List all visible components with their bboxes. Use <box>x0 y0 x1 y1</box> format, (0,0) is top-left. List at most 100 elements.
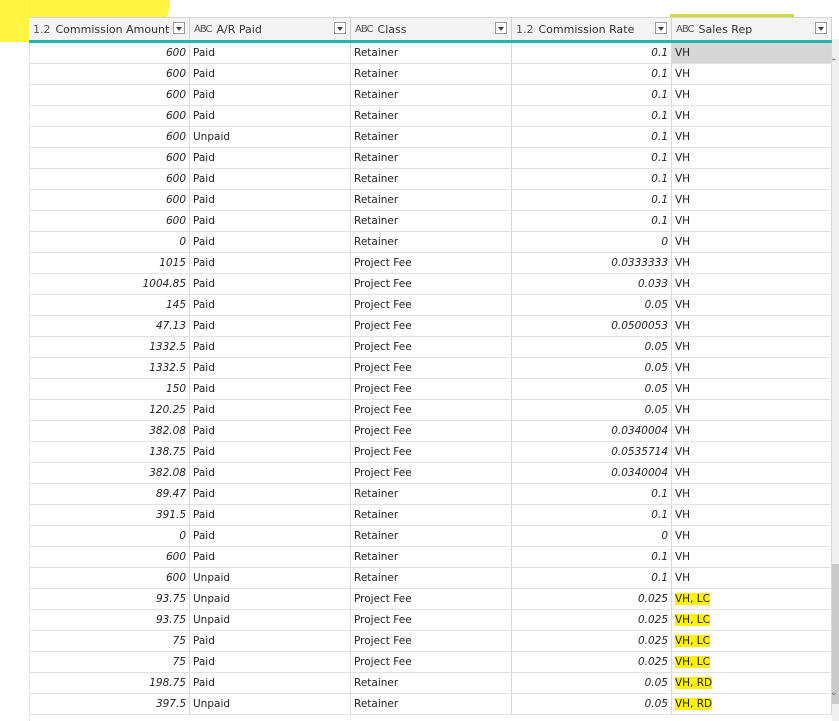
table-cell[interactable]: 138.75 <box>29 442 190 462</box>
table-cell[interactable]: 150 <box>29 379 190 399</box>
table-row[interactable]: 1332.5 Paid Project Fee 0.05 VH <box>29 358 832 379</box>
table-cell[interactable]: Retainer <box>351 505 512 525</box>
table-cell[interactable]: VH <box>672 43 832 63</box>
table-cell[interactable]: Unpaid <box>190 694 351 714</box>
table-cell[interactable]: Paid <box>190 316 351 336</box>
filter-dropdown-icon[interactable] <box>815 22 827 34</box>
table-cell[interactable]: VH <box>672 400 832 420</box>
table-cell[interactable]: Project Fee <box>351 379 512 399</box>
table-cell[interactable]: 1015 <box>29 253 190 273</box>
table-cell[interactable]: 0.05 <box>512 694 672 714</box>
table-cell[interactable]: 89.47 <box>29 484 190 504</box>
table-cell[interactable]: Paid <box>190 337 351 357</box>
table-cell[interactable]: Retainer <box>351 484 512 504</box>
table-cell[interactable]: VH, RD <box>672 694 832 714</box>
table-cell[interactable]: Paid <box>190 232 351 252</box>
table-cell[interactable]: 0.1 <box>512 64 672 84</box>
table-cell[interactable]: Retainer <box>351 673 512 693</box>
table-row[interactable]: 198.75 Paid Retainer 0.05 VH, RD <box>29 673 832 694</box>
table-cell[interactable]: VH <box>672 232 832 252</box>
table-cell[interactable]: 600 <box>29 169 190 189</box>
table-row[interactable]: 600 Paid Retainer 0.1 VH <box>29 169 832 190</box>
table-cell[interactable]: 0.05 <box>512 379 672 399</box>
table-cell[interactable]: 0.025 <box>512 610 672 630</box>
table-cell[interactable]: Retainer <box>351 106 512 126</box>
table-cell[interactable]: 47.13 <box>29 316 190 336</box>
table-row[interactable]: 1015 Paid Project Fee 0.0333333 VH <box>29 253 832 274</box>
table-row[interactable]: 145 Paid Project Fee 0.05 VH <box>29 295 832 316</box>
table-cell[interactable]: 600 <box>29 568 190 588</box>
table-cell[interactable]: Paid <box>190 85 351 105</box>
table-cell[interactable]: VH <box>672 106 832 126</box>
table-cell[interactable]: Paid <box>190 358 351 378</box>
table-cell[interactable]: VH <box>672 316 832 336</box>
table-cell[interactable]: Paid <box>190 148 351 168</box>
table-cell[interactable]: VH <box>672 547 832 567</box>
table-cell[interactable]: 0 <box>29 232 190 252</box>
filter-dropdown-icon[interactable] <box>495 22 507 34</box>
table-cell[interactable]: 0.05 <box>512 295 672 315</box>
table-cell[interactable]: 600 <box>29 43 190 63</box>
table-cell[interactable]: Project Fee <box>351 652 512 672</box>
table-row[interactable]: 75 Paid Project Fee 0.025 VH, LC <box>29 631 832 652</box>
table-row[interactable]: 0 Paid Retainer 0 VH <box>29 232 832 253</box>
table-cell[interactable]: VH <box>672 253 832 273</box>
table-cell[interactable]: 0.033 <box>512 274 672 294</box>
table-cell[interactable]: Paid <box>190 43 351 63</box>
table-row[interactable]: 397.5 Unpaid Retainer 0.05 VH, RD <box>29 694 832 715</box>
table-cell[interactable]: VH <box>672 463 832 483</box>
table-row[interactable]: 120.25 Paid Project Fee 0.05 VH <box>29 400 832 421</box>
table-row[interactable]: 391.5 Paid Retainer 0.1 VH <box>29 505 832 526</box>
table-cell[interactable]: Retainer <box>351 43 512 63</box>
table-cell[interactable]: Paid <box>190 526 351 546</box>
table-row[interactable]: 75 Paid Project Fee 0.025 VH, LC <box>29 652 832 673</box>
table-cell[interactable]: Retainer <box>351 232 512 252</box>
table-cell[interactable]: 1332.5 <box>29 358 190 378</box>
table-cell[interactable]: VH <box>672 421 832 441</box>
table-cell[interactable]: 198.75 <box>29 673 190 693</box>
table-cell[interactable]: 0.0333333 <box>512 253 672 273</box>
table-cell[interactable]: 1332.5 <box>29 337 190 357</box>
table-cell[interactable]: Paid <box>190 169 351 189</box>
table-cell[interactable]: VH <box>672 85 832 105</box>
table-cell[interactable]: 120.25 <box>29 400 190 420</box>
table-cell[interactable]: Retainer <box>351 64 512 84</box>
table-cell[interactable]: 0.025 <box>512 589 672 609</box>
column-header-commission-rate[interactable]: 1.2 Commission Rate <box>512 18 672 40</box>
table-cell[interactable]: Paid <box>190 106 351 126</box>
table-cell[interactable]: Project Fee <box>351 442 512 462</box>
table-cell[interactable]: Retainer <box>351 526 512 546</box>
table-cell[interactable]: VH <box>672 568 832 588</box>
table-cell[interactable]: 0.05 <box>512 358 672 378</box>
table-cell[interactable]: 0.1 <box>512 148 672 168</box>
table-row[interactable]: 1004.85 Paid Project Fee 0.033 VH <box>29 274 832 295</box>
table-row[interactable]: 600 Paid Retainer 0.1 VH <box>29 190 832 211</box>
table-cell[interactable]: Project Fee <box>351 400 512 420</box>
table-cell[interactable]: 600 <box>29 148 190 168</box>
table-cell[interactable]: Paid <box>190 295 351 315</box>
table-cell[interactable]: Paid <box>190 631 351 651</box>
table-cell[interactable]: 0.1 <box>512 547 672 567</box>
table-cell[interactable]: Retainer <box>351 127 512 147</box>
table-row[interactable]: 93.75 Unpaid Project Fee 0.025 VH, LC <box>29 589 832 610</box>
table-cell[interactable]: 600 <box>29 106 190 126</box>
table-cell[interactable]: Project Fee <box>351 253 512 273</box>
table-cell[interactable]: 0.0340004 <box>512 463 672 483</box>
table-cell[interactable]: VH <box>672 127 832 147</box>
table-cell[interactable]: 0 <box>512 526 672 546</box>
table-cell[interactable]: VH, LC <box>672 610 832 630</box>
table-cell[interactable]: VH, RD <box>672 673 832 693</box>
table-cell[interactable]: 0.025 <box>512 631 672 651</box>
table-cell[interactable]: Project Fee <box>351 274 512 294</box>
table-row[interactable]: 600 Paid Retainer 0.1 VH <box>29 106 832 127</box>
vertical-scrollbar[interactable] <box>832 39 839 721</box>
table-cell[interactable]: 0.0535714 <box>512 442 672 462</box>
table-cell[interactable]: 0 <box>29 526 190 546</box>
table-cell[interactable]: VH <box>672 484 832 504</box>
table-cell[interactable]: 600 <box>29 547 190 567</box>
table-row[interactable]: 600 Paid Retainer 0.1 VH <box>29 148 832 169</box>
table-row[interactable]: 600 Paid Retainer 0.1 VH <box>29 547 832 568</box>
table-cell[interactable]: 0.0500053 <box>512 316 672 336</box>
table-cell[interactable]: 0 <box>512 232 672 252</box>
table-row[interactable]: 47.13 Paid Project Fee 0.0500053 VH <box>29 316 832 337</box>
